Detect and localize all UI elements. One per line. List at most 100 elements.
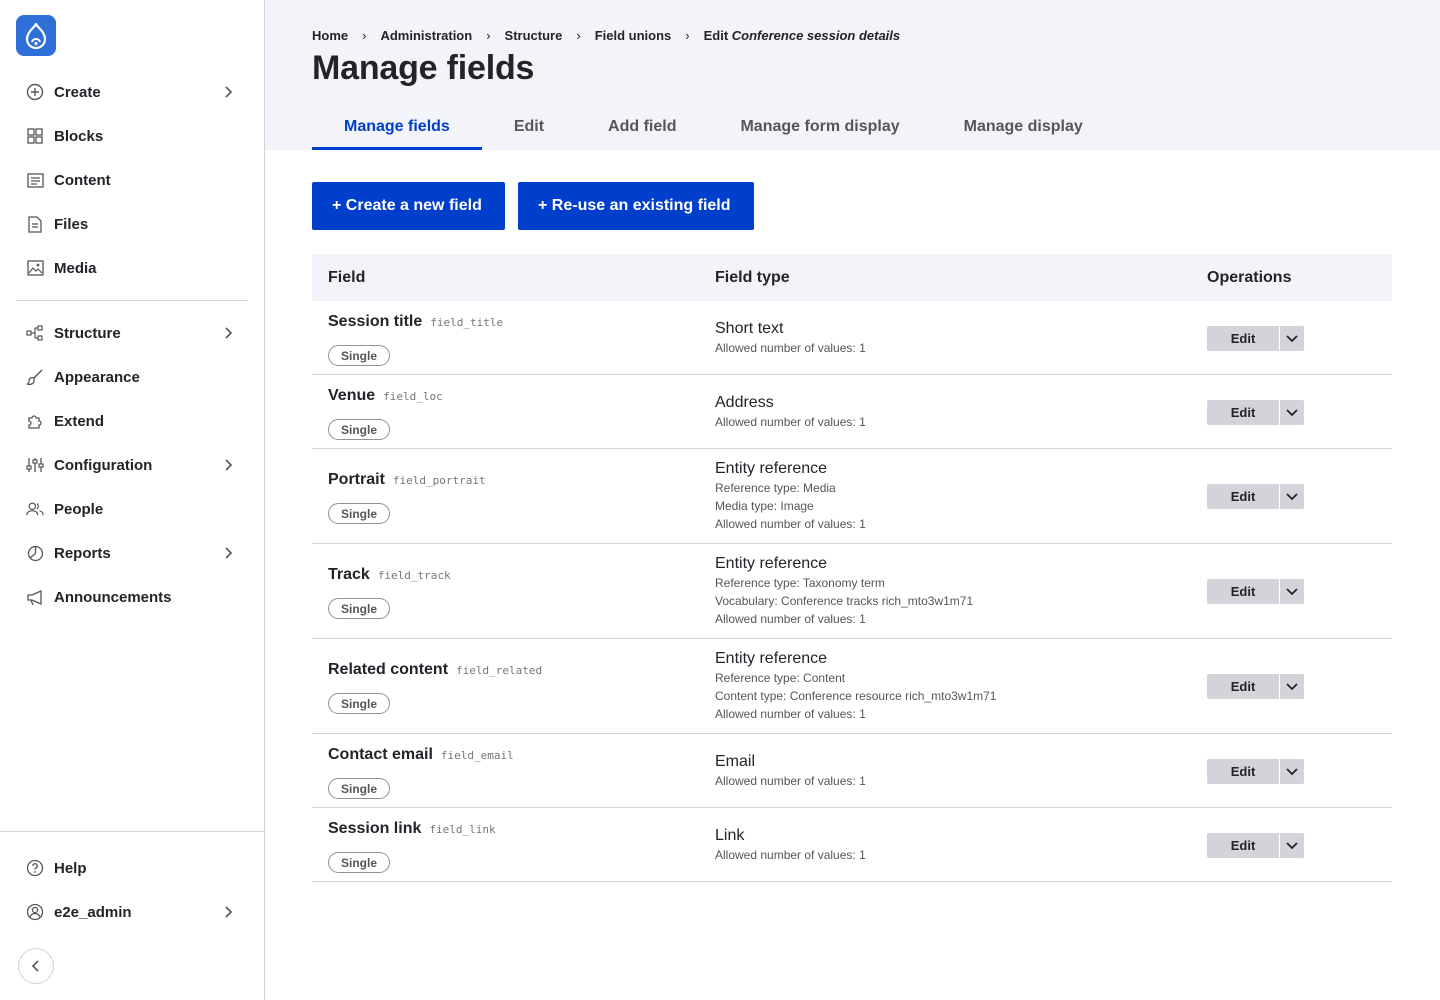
field-name: Venue [328, 387, 376, 404]
sidebar-item-label: Extend [54, 412, 105, 430]
breadcrumb-separator-icon: › [685, 28, 690, 43]
chevron-left-icon [31, 960, 39, 972]
tab-manage-form-display[interactable]: Manage form display [708, 104, 931, 150]
edit-button[interactable]: Edit [1207, 484, 1279, 509]
field-type-name: Short text [715, 320, 784, 337]
edit-button[interactable]: Edit [1207, 674, 1279, 699]
chevron-right-icon[interactable] [220, 84, 236, 100]
field-machine-name: field_track [377, 569, 451, 582]
field-label: Session title field_title [328, 313, 503, 331]
breadcrumb-separator-icon: › [576, 28, 581, 43]
breadcrumb-link-structure[interactable]: Structure [505, 28, 563, 43]
field-type-detail: Allowed number of values: 1 [715, 707, 866, 721]
chevron-right-icon[interactable] [220, 904, 236, 920]
table-row: Related content field_related Single Enti… [312, 639, 1392, 734]
table-row: Session link field_link Single Link Allow… [312, 808, 1392, 882]
media-icon [26, 259, 44, 277]
breadcrumb-link-home[interactable]: Home [312, 28, 348, 43]
megaphone-icon [26, 588, 44, 606]
field-machine-name: field_portrait [392, 474, 486, 487]
edit-button[interactable]: Edit [1207, 326, 1279, 351]
breadcrumb-link-administration[interactable]: Administration [380, 28, 472, 43]
field-machine-name: field_loc [383, 390, 443, 403]
breadcrumb-separator-icon: › [362, 28, 367, 43]
edit-button[interactable]: Edit [1207, 579, 1279, 604]
tab-manage-fields[interactable]: Manage fields [312, 104, 482, 150]
structure-icon [26, 324, 44, 342]
field-name: Related content [328, 661, 449, 678]
chevron-right-icon[interactable] [220, 457, 236, 473]
sidebar-item-create[interactable]: Create [16, 74, 248, 110]
cardinality-badge: Single [328, 419, 391, 440]
edit-button[interactable]: Edit [1207, 833, 1279, 858]
chevron-down-icon [1286, 334, 1298, 342]
dropbutton-toggle[interactable] [1279, 484, 1304, 509]
field-machine-name: field_email [440, 749, 514, 762]
sidebar-item-appearance[interactable]: Appearance [16, 359, 248, 395]
dropbutton-toggle[interactable] [1279, 579, 1304, 604]
chevron-right-icon[interactable] [220, 545, 236, 561]
dropbutton-toggle[interactable] [1279, 833, 1304, 858]
tab-add-field[interactable]: Add field [576, 104, 708, 150]
field-type-detail: Content type: Conference resource rich_m… [715, 689, 997, 703]
field-type-name: Link [715, 827, 745, 844]
sidebar-item-label: Help [54, 859, 87, 877]
breadcrumb-current: Edit Conference session details [704, 28, 901, 43]
table-row: Portrait field_portrait Single Entity ref… [312, 449, 1392, 544]
sidebar-item-structure[interactable]: Structure [16, 315, 248, 351]
sidebar-item-label: Files [54, 215, 89, 233]
reuse-existing-field-button[interactable]: + Re-use an existing field [518, 182, 754, 230]
operations-dropbutton: Edit [1207, 759, 1304, 784]
field-type-detail: Allowed number of values: 1 [715, 341, 866, 355]
sidebar-item-user[interactable]: e2e_admin [16, 894, 248, 930]
cardinality-badge: Single [328, 778, 391, 799]
column-header-operations: Operations [1207, 269, 1292, 286]
operations-dropbutton: Edit [1207, 674, 1304, 699]
cardinality-badge: Single [328, 693, 391, 714]
breadcrumb-link-field-unions[interactable]: Field unions [595, 28, 672, 43]
sidebar-item-blocks[interactable]: Blocks [16, 118, 248, 154]
sidebar-item-label: e2e_admin [54, 903, 132, 921]
sidebar-item-reports[interactable]: Reports [16, 535, 248, 571]
edit-button[interactable]: Edit [1207, 400, 1279, 425]
field-name: Track [328, 566, 370, 583]
field-type-name: Address [715, 394, 774, 411]
create-new-field-button[interactable]: + Create a new field [312, 182, 505, 230]
plus-circle-icon [26, 83, 44, 101]
tab-bar: Manage fields Edit Add field Manage form… [312, 104, 1115, 150]
cardinality-badge: Single [328, 503, 391, 524]
drupal-logo[interactable] [16, 15, 56, 56]
sidebar-item-files[interactable]: Files [16, 206, 248, 242]
table-row: Venue field_loc Single Address Allowed nu… [312, 375, 1392, 449]
sidebar-item-configuration[interactable]: Configuration [16, 447, 248, 483]
dropbutton-toggle[interactable] [1279, 400, 1304, 425]
page-header: Home › Administration › Structure › Fiel… [265, 0, 1440, 150]
content-icon [26, 171, 44, 189]
field-type-cell: Short text Allowed number of values: 1 [715, 319, 866, 357]
sidebar-item-media[interactable]: Media [16, 250, 248, 286]
chart-icon [26, 544, 44, 562]
help-icon [26, 859, 44, 877]
field-type-name: Entity reference [715, 555, 828, 572]
dropbutton-toggle[interactable] [1279, 674, 1304, 699]
field-label: Session link field_link [328, 820, 496, 838]
sidebar-item-label: Create [54, 83, 101, 101]
edit-button[interactable]: Edit [1207, 759, 1279, 784]
dropbutton-toggle[interactable] [1279, 759, 1304, 784]
field-name: Portrait [328, 471, 385, 488]
collapse-sidebar-button[interactable] [18, 948, 54, 984]
tab-manage-display[interactable]: Manage display [932, 104, 1115, 150]
field-label: Venue field_loc [328, 387, 443, 405]
sidebar-item-help[interactable]: Help [16, 850, 248, 886]
chevron-right-icon[interactable] [220, 325, 236, 341]
sidebar-item-extend[interactable]: Extend [16, 403, 248, 439]
tab-edit[interactable]: Edit [482, 104, 576, 150]
puzzle-icon [26, 412, 44, 430]
sidebar-item-label: Reports [54, 544, 111, 562]
sidebar-item-content[interactable]: Content [16, 162, 248, 198]
field-type-cell: Entity reference Reference type: Media M… [715, 459, 866, 533]
dropbutton-toggle[interactable] [1279, 326, 1304, 351]
column-header-field-type: Field type [715, 269, 790, 286]
sidebar-item-announcements[interactable]: Announcements [16, 579, 248, 615]
sidebar-item-people[interactable]: People [16, 491, 248, 527]
